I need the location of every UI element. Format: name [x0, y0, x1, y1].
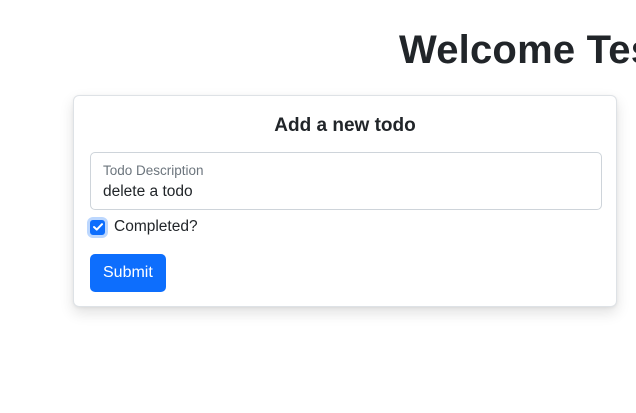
page-title: Welcome Tes — [399, 28, 636, 72]
add-todo-card: Add a new todo Todo Description Complete… — [73, 95, 617, 307]
todo-description-field[interactable]: Todo Description — [90, 152, 602, 210]
completed-row: Completed? — [90, 217, 198, 237]
todo-description-input[interactable] — [103, 181, 589, 203]
submit-button[interactable]: Submit — [90, 254, 166, 292]
checkmark-icon — [92, 223, 103, 231]
card-title: Add a new todo — [274, 115, 416, 136]
completed-checkbox[interactable] — [90, 219, 105, 235]
todo-description-label: Todo Description — [103, 163, 204, 178]
completed-label: Completed? — [114, 218, 198, 235]
